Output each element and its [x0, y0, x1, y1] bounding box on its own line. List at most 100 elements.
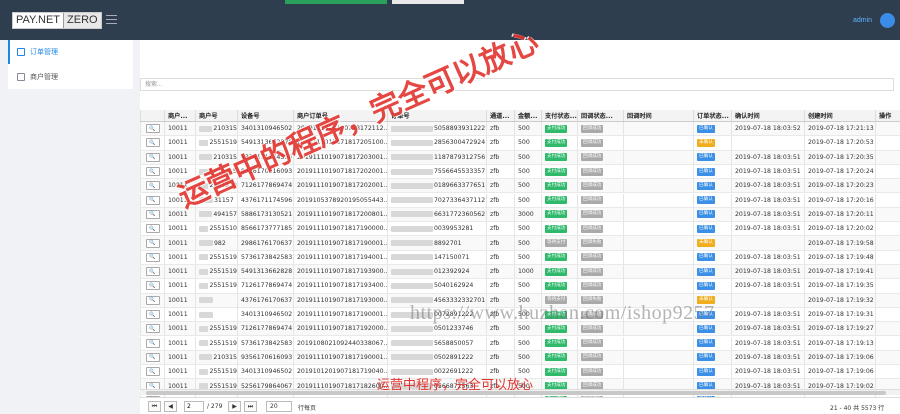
table-cell: 3000 — [514, 207, 541, 222]
cell-text: 2551519 — [209, 339, 237, 347]
cell-text: 7126177869474 — [241, 282, 293, 290]
column-header[interactable]: 商户号 — [195, 110, 237, 121]
search-icon[interactable]: 🔍 — [145, 152, 160, 162]
search-icon[interactable]: 🔍 — [145, 209, 160, 219]
user-name[interactable]: admin — [853, 17, 872, 24]
redacted-block — [199, 139, 209, 146]
cell-text: 500 — [518, 125, 530, 133]
prev-page-button[interactable]: ◀ — [164, 401, 177, 412]
search-icon[interactable]: 🔍 — [145, 352, 160, 362]
table-cell: 回调成功 — [577, 136, 623, 150]
redacted-block — [199, 311, 213, 318]
table-cell: 2019111019071817190000... — [293, 222, 387, 236]
logo[interactable]: PAY.NET ZERO — [12, 12, 102, 29]
search-icon[interactable]: 🔍 — [145, 181, 160, 191]
page-number-input[interactable] — [184, 401, 204, 412]
cell-text: 3000 — [518, 210, 534, 218]
search-icon[interactable]: 🔍 — [145, 138, 160, 148]
table-cell: 已确认 — [693, 250, 731, 264]
column-header[interactable]: 订单状态... — [693, 110, 731, 121]
cell-text: 2019-07-18 18:03:51 — [735, 210, 801, 218]
table-cell: 2019-07-18 17:19:06 — [804, 350, 875, 365]
cell-text: 2551519 — [209, 368, 237, 376]
table-cell: 2019-07-18 18:03:51 — [731, 164, 804, 179]
table-cell: 已确认 — [693, 265, 731, 279]
search-icon[interactable]: 🔍 — [145, 252, 160, 262]
table-cell: 2551519 — [195, 322, 237, 336]
hamburger-menu-icon[interactable] — [106, 15, 117, 24]
next-page-button[interactable]: ▶ — [228, 401, 241, 412]
table-cell: 2019111019071817190001... — [293, 236, 387, 250]
cell-text: zfb — [490, 239, 500, 247]
cell-text: 2019-07-18 17:19:32 — [808, 296, 874, 304]
table-cell: 已确认 — [693, 122, 731, 136]
search-icon[interactable]: 🔍 — [145, 124, 160, 134]
table-cell — [875, 336, 900, 350]
cell-text: 1000 — [518, 268, 534, 276]
search-icon[interactable]: 🔍 — [145, 267, 160, 277]
table-cell: 已确认 — [693, 150, 731, 164]
page-total: / 279 — [207, 403, 223, 410]
status-badge: 已确认 — [697, 353, 715, 362]
table-cell: 2019108021092440338067... — [293, 336, 387, 350]
cell-text: 2019-07-18 18:03:51 — [735, 282, 801, 290]
table-cell: 2019-07-18 17:19:31 — [804, 307, 875, 322]
status-badge: 已确认 — [697, 181, 715, 190]
search-icon[interactable]: 🔍 — [145, 338, 160, 348]
cell-text: 3401310946502 — [241, 311, 293, 319]
column-header[interactable] — [140, 110, 164, 121]
table-cell: 0189663377651 — [387, 179, 486, 193]
cell-text: 2019-07-18 17:19:35 — [808, 282, 874, 290]
avatar[interactable] — [880, 13, 895, 28]
table-cell: 2019111019071817193400... — [293, 279, 387, 293]
search-icon[interactable]: 🔍 — [145, 224, 160, 234]
sidebar-item-merchants[interactable]: 商户管理 — [8, 65, 133, 89]
search-icon[interactable]: 🔍 — [145, 324, 160, 334]
column-header[interactable]: 操作 — [875, 110, 900, 121]
cell-text: 10011 — [168, 239, 188, 247]
table-cell: zfb — [486, 207, 514, 222]
table-cell: 7126177869474 — [237, 322, 293, 336]
cell-text: 2019-07-18 17:20:16 — [808, 196, 874, 204]
cell-text: 2019111019071817200801... — [297, 210, 387, 218]
column-header[interactable]: 回调时间 — [623, 110, 693, 121]
cell-text: 5491313662828 — [241, 268, 293, 276]
cell-text: 2019111019071817190000... — [297, 225, 387, 233]
cell-text: 0502891222 — [434, 353, 474, 361]
column-header[interactable]: 支付状态... — [541, 110, 577, 121]
cell-text: 2019-07-18 17:20:53 — [808, 139, 874, 147]
table-cell: 4376171174596 — [237, 193, 293, 207]
search-icon[interactable]: 🔍 — [145, 367, 160, 377]
cell-text: 500 — [518, 325, 530, 333]
column-header[interactable]: 创建时间 — [804, 110, 875, 121]
column-header[interactable]: 商户... — [164, 110, 195, 121]
column-header[interactable]: 设备号 — [237, 110, 293, 121]
redacted-block — [199, 368, 209, 375]
table-cell: 7027336437112 — [387, 193, 486, 207]
first-page-button[interactable]: ⏮ — [148, 401, 161, 412]
sidebar-item-orders[interactable]: 订单管理 — [8, 40, 133, 64]
table-cell: 10011 — [164, 350, 195, 365]
search-icon[interactable]: 🔍 — [145, 167, 160, 177]
search-icon[interactable]: 🔍 — [145, 195, 160, 205]
last-page-button[interactable]: ⏭ — [244, 401, 257, 412]
sidebar-item-label: 商户管理 — [30, 73, 58, 81]
column-header[interactable]: 回调状态... — [577, 110, 623, 121]
cell-text: 2019105378920195055443... — [297, 196, 387, 204]
table-cell — [623, 164, 693, 179]
per-page-select[interactable]: 20 — [266, 401, 292, 412]
column-header[interactable]: 确认时间 — [731, 110, 804, 121]
table-cell: 2019-07-18 17:19:35 — [804, 279, 875, 293]
search-input[interactable] — [140, 78, 894, 91]
cell-text: 2019111019071817202001... — [297, 168, 387, 176]
cell-text: 10011 — [168, 368, 188, 376]
cell-text: 2019-07-18 18:03:51 — [735, 325, 801, 333]
column-header[interactable]: 金额... — [514, 110, 541, 121]
search-icon[interactable]: 🔍 — [145, 281, 160, 291]
cell-text: 2019-07-18 18:03:51 — [735, 196, 801, 204]
column-header[interactable]: 通道... — [486, 110, 514, 121]
cell-text: 2856300472924 — [434, 139, 486, 147]
search-icon[interactable]: 🔍 — [145, 310, 160, 320]
search-icon[interactable]: 🔍 — [145, 238, 160, 248]
search-icon[interactable]: 🔍 — [145, 295, 160, 305]
